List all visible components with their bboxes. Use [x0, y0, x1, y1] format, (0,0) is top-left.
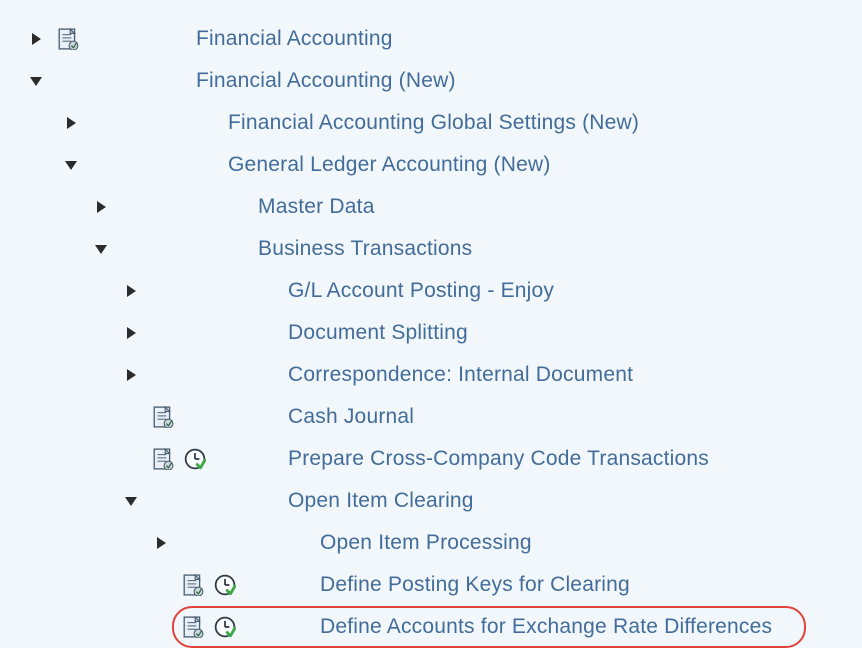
tree-node-correspondence[interactable]: Correspondence: Internal Document [0, 354, 862, 396]
tree-node-open-item-processing[interactable]: Open Item Processing [0, 522, 862, 564]
tree-node-gl-account-posting[interactable]: G/L Account Posting - Enjoy [0, 270, 862, 312]
expand-icon[interactable] [115, 285, 147, 297]
document-icon [147, 448, 179, 470]
tree-label: Document Splitting [288, 321, 468, 345]
expand-icon[interactable] [145, 537, 177, 549]
clock-icon [209, 574, 241, 596]
tree-node-open-item-clearing[interactable]: Open Item Clearing [0, 480, 862, 522]
tree-label: Business Transactions [258, 237, 472, 261]
collapse-icon[interactable] [20, 77, 52, 86]
tree-node-gl-accounting[interactable]: General Ledger Accounting (New) [0, 144, 862, 186]
tree-label: G/L Account Posting - Enjoy [288, 279, 554, 303]
clock-icon [179, 448, 211, 470]
tree-label: Open Item Clearing [288, 489, 474, 513]
collapse-icon[interactable] [85, 245, 117, 254]
tree-label: Define Accounts for Exchange Rate Differ… [320, 615, 772, 639]
tree-node-business-transactions[interactable]: Business Transactions [0, 228, 862, 270]
tree-label: Financial Accounting (New) [196, 69, 456, 93]
expand-icon[interactable] [115, 327, 147, 339]
tree-label: Master Data [258, 195, 375, 219]
tree-label: Correspondence: Internal Document [288, 363, 633, 387]
document-icon [177, 574, 209, 596]
img-tree: Financial Accounting Financial Accountin… [0, 0, 862, 648]
expand-icon[interactable] [85, 201, 117, 213]
expand-icon[interactable] [55, 117, 87, 129]
tree-node-prepare-cross-company[interactable]: Prepare Cross-Company Code Transactions [0, 438, 862, 480]
tree-label: General Ledger Accounting (New) [228, 153, 551, 177]
tree-node-define-posting-keys[interactable]: Define Posting Keys for Clearing [0, 564, 862, 606]
document-icon [147, 406, 179, 428]
tree-label: Define Posting Keys for Clearing [320, 573, 630, 597]
tree-label: Cash Journal [288, 405, 414, 429]
tree-label: Financial Accounting [196, 27, 393, 51]
expand-icon[interactable] [115, 369, 147, 381]
expand-icon[interactable] [20, 33, 52, 45]
tree-node-cash-journal[interactable]: Cash Journal [0, 396, 862, 438]
document-icon [177, 616, 209, 638]
tree-label: Financial Accounting Global Settings (Ne… [228, 111, 639, 135]
tree-node-define-accounts-exchange[interactable]: Define Accounts for Exchange Rate Differ… [0, 606, 862, 648]
tree-node-financial-accounting-new[interactable]: Financial Accounting (New) [0, 60, 862, 102]
collapse-icon[interactable] [115, 497, 147, 506]
tree-node-master-data[interactable]: Master Data [0, 186, 862, 228]
tree-node-document-splitting[interactable]: Document Splitting [0, 312, 862, 354]
tree-label: Open Item Processing [320, 531, 532, 555]
tree-node-fa-global-settings[interactable]: Financial Accounting Global Settings (Ne… [0, 102, 862, 144]
clock-icon [209, 616, 241, 638]
tree-node-financial-accounting[interactable]: Financial Accounting [0, 18, 862, 60]
tree-label: Prepare Cross-Company Code Transactions [288, 447, 709, 471]
collapse-icon[interactable] [55, 161, 87, 170]
document-icon [52, 28, 84, 50]
